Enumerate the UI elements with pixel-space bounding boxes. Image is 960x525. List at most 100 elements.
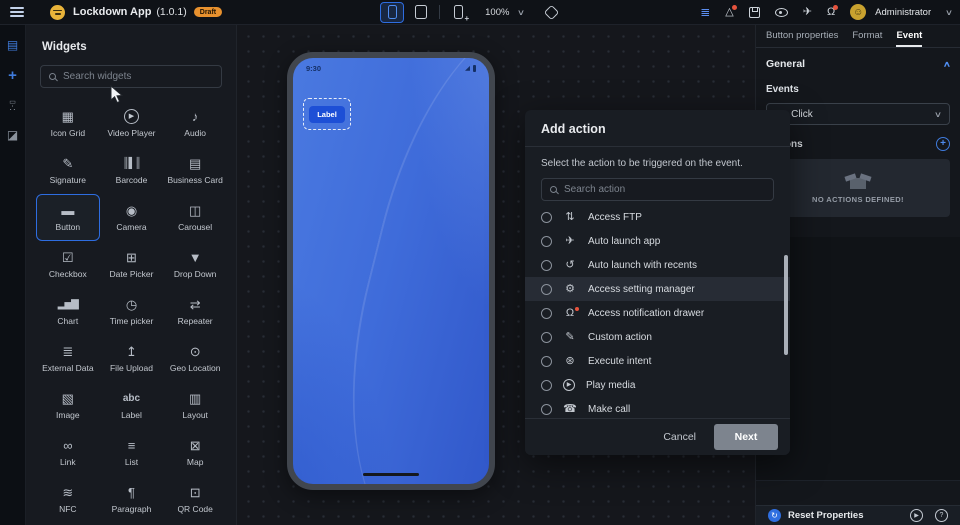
- run-icon[interactable]: ▶: [910, 509, 923, 522]
- widget-label: Camera: [116, 222, 146, 232]
- tab-event[interactable]: Event: [896, 25, 922, 47]
- widget-item-image[interactable]: ▧Image: [36, 382, 100, 429]
- tab-format[interactable]: Format: [852, 25, 882, 47]
- phone-screen[interactable]: 9:30 ◢ Label: [293, 58, 489, 484]
- action-label: Auto launch app: [588, 236, 660, 247]
- widget-item-link[interactable]: ∞Link: [36, 429, 100, 476]
- action-row-auto-launch-app[interactable]: ✈ Auto launch app: [525, 229, 790, 253]
- alert-dot: [833, 5, 838, 10]
- action-row-auto-launch-with-recents[interactable]: ↺Auto launch with recents: [525, 253, 790, 277]
- selected-widget-outline[interactable]: Label: [303, 98, 351, 130]
- next-button[interactable]: Next: [714, 424, 778, 450]
- widget-item-business-card[interactable]: ▤Business Card: [163, 147, 227, 194]
- widget-item-map[interactable]: ⊠Map: [163, 429, 227, 476]
- radio-button[interactable]: [541, 212, 552, 223]
- widget-item-qr-code[interactable]: ⊡QR Code: [163, 476, 227, 523]
- modal-scrollbar[interactable]: [784, 255, 788, 355]
- radio-button[interactable]: [541, 332, 552, 343]
- add-action-modal: Add action Select the action to be trigg…: [525, 110, 790, 455]
- preview-icon[interactable]: [775, 8, 788, 17]
- widget-item-chart[interactable]: ▂▅▇Chart: [36, 288, 100, 335]
- widget-label: Barcode: [116, 175, 148, 185]
- chevron-down-icon[interactable]: ∨: [945, 8, 953, 17]
- action-row-make-call[interactable]: ☎Make call: [525, 397, 790, 418]
- publish-icon[interactable]: ✈: [803, 7, 812, 18]
- reset-label[interactable]: Reset Properties: [788, 510, 864, 521]
- widget-item-icon-grid[interactable]: ▦Icon Grid: [36, 100, 100, 147]
- cancel-button[interactable]: Cancel: [663, 431, 696, 443]
- radio-button[interactable]: [541, 308, 552, 319]
- widget-item-list[interactable]: ≡List: [100, 429, 164, 476]
- widget-item-drop-down[interactable]: ▼Drop Down: [163, 241, 227, 288]
- list-icon: ≡: [128, 439, 136, 453]
- menu-icon[interactable]: [10, 7, 24, 17]
- launch-recents-icon: ↺: [563, 260, 577, 271]
- widget-item-video-player[interactable]: ▶Video Player: [100, 100, 164, 147]
- workflow-icon[interactable]: ▭ ∴: [9, 100, 16, 112]
- action-row-custom-action[interactable]: ✎Custom action: [525, 325, 790, 349]
- paragraph-icon: ¶: [128, 486, 135, 500]
- widget-item-external-data[interactable]: ≣External Data: [36, 335, 100, 382]
- radio-button[interactable]: [541, 356, 552, 367]
- radio-button[interactable]: [541, 404, 552, 415]
- widget-item-layout[interactable]: ▥Layout: [163, 382, 227, 429]
- device-phone-button[interactable]: [380, 2, 404, 23]
- widget-label: Repeater: [178, 316, 213, 326]
- action-row-access-ftp[interactable]: ⇅Access FTP: [525, 205, 790, 229]
- status-icons: ◢: [465, 64, 476, 72]
- zoom-control[interactable]: 100% ∨: [485, 7, 524, 18]
- radio-button[interactable]: [541, 380, 552, 391]
- avatar[interactable]: ☺: [850, 4, 866, 20]
- widget-item-date-picker[interactable]: ⊞Date Picker: [100, 241, 164, 288]
- action-label: Play media: [586, 380, 635, 391]
- radio-button[interactable]: [541, 236, 552, 247]
- widget-label: NFC: [59, 504, 76, 514]
- event-dropdown[interactable]: On Click ∨: [766, 103, 950, 125]
- widget-item-audio[interactable]: ♪Audio: [163, 100, 227, 147]
- media-library-icon[interactable]: ◪: [7, 129, 18, 141]
- add-screen-icon[interactable]: +: [8, 68, 17, 83]
- launch-app-icon: ✈: [563, 236, 577, 247]
- warning-icon[interactable]: △: [725, 7, 733, 18]
- widget-item-button[interactable]: ▬Button: [36, 194, 100, 241]
- widget-item-carousel[interactable]: ◫Carousel: [163, 194, 227, 241]
- reset-icon[interactable]: ↻: [768, 509, 781, 522]
- action-row-execute-intent[interactable]: ⊛Execute intent: [525, 349, 790, 373]
- add-action-button[interactable]: +: [936, 137, 950, 151]
- widget-item-label[interactable]: abcLabel: [100, 382, 164, 429]
- search-icon: [49, 73, 56, 80]
- widget-item-paragraph[interactable]: ¶Paragraph: [100, 476, 164, 523]
- device-tablet-button[interactable]: [409, 2, 433, 23]
- widget-item-barcode[interactable]: ║▌║ Barcode: [100, 147, 164, 194]
- widget-item-repeater[interactable]: ⇄Repeater: [163, 288, 227, 335]
- general-section-header[interactable]: General ∨: [766, 58, 950, 70]
- tab-button-properties[interactable]: Button properties: [766, 25, 838, 47]
- widget-item-checkbox[interactable]: ☑Checkbox: [36, 241, 100, 288]
- search-action-input[interactable]: [564, 184, 765, 195]
- label-button[interactable]: Label: [309, 106, 345, 123]
- save-icon[interactable]: [749, 7, 760, 18]
- map-icon: ⊠: [190, 439, 201, 453]
- search-widgets-input[interactable]: [63, 71, 213, 82]
- help-icon[interactable]: ?: [935, 509, 948, 522]
- rotate-device-icon[interactable]: [544, 4, 560, 20]
- pages-icon[interactable]: ▤: [7, 39, 18, 51]
- action-row-access-setting-manager[interactable]: ⚙Access setting manager: [525, 277, 790, 301]
- widget-item-nfc[interactable]: ≋NFC: [36, 476, 100, 523]
- barcode-icon: ║▌║: [122, 157, 140, 171]
- action-row-access-notification-drawer[interactable]: ΩAccess notification drawer: [525, 301, 790, 325]
- widget-item-signature[interactable]: ✎Signature: [36, 147, 100, 194]
- action-row-play-media[interactable]: ▶Play media: [525, 373, 790, 397]
- widget-item-camera[interactable]: ◉Camera: [100, 194, 164, 241]
- call-icon: ☎: [563, 404, 577, 415]
- widget-label: Business Card: [168, 175, 223, 185]
- widget-item-file-upload[interactable]: ↥File Upload: [100, 335, 164, 382]
- notifications-icon[interactable]: Ω: [827, 7, 835, 18]
- widgets-panel-title: Widgets: [42, 41, 236, 53]
- device-add-button[interactable]: +: [446, 2, 470, 23]
- widget-item-geo-location[interactable]: ⊙Geo Location: [163, 335, 227, 382]
- radio-button[interactable]: [541, 260, 552, 271]
- widget-item-time-picker[interactable]: ◷Time picker: [100, 288, 164, 335]
- outline-icon[interactable]: ≣: [700, 6, 710, 18]
- radio-button[interactable]: [541, 284, 552, 295]
